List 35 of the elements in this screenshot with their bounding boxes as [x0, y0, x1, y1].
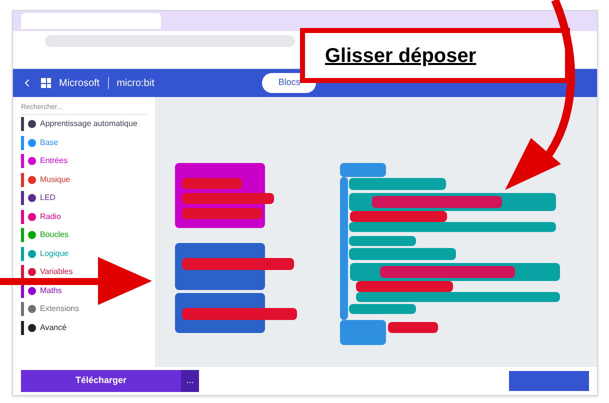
- category-label: Boucles: [40, 229, 68, 242]
- category-label: Base: [40, 136, 58, 149]
- category-label: Entrées: [40, 155, 68, 168]
- category-item[interactable]: Base: [21, 136, 62, 150]
- category-item[interactable]: Logique: [21, 246, 72, 261]
- category-label: Extensions: [40, 303, 80, 316]
- code-block[interactable]: [340, 163, 386, 177]
- brand-name: Microsoft: [59, 76, 100, 90]
- code-block[interactable]: [349, 236, 416, 246]
- browser-tab[interactable]: [21, 13, 161, 29]
- category-label: Apprentissage automatique: [40, 118, 138, 130]
- more-button[interactable]: ...: [181, 370, 199, 392]
- category-item[interactable]: Avancé: [21, 320, 71, 335]
- category-item[interactable]: Musique: [21, 172, 74, 187]
- category-label: Variables: [40, 266, 73, 278]
- code-block[interactable]: [388, 322, 438, 333]
- windows-logo-icon: [41, 78, 51, 88]
- code-block[interactable]: [349, 304, 416, 314]
- category-item[interactable]: Entrées: [21, 154, 72, 168]
- category-label: LED: [40, 192, 56, 204]
- category-item[interactable]: Boucles: [21, 228, 72, 242]
- category-item[interactable]: LED: [21, 191, 60, 206]
- address-bar[interactable]: [45, 35, 295, 47]
- annotation-label: Glisser déposer: [325, 44, 476, 68]
- category-label: Radio: [40, 210, 61, 223]
- category-item[interactable]: Apprentissage automatique: [21, 117, 142, 132]
- category-label: Maths: [40, 284, 62, 297]
- product-name: micro:bit: [116, 76, 154, 90]
- category-item[interactable]: Extensions: [21, 302, 84, 316]
- category-label: Logique: [40, 248, 68, 260]
- category-label: Avancé: [40, 322, 67, 334]
- zoom-controls[interactable]: [509, 371, 589, 391]
- download-button[interactable]: Télécharger: [21, 370, 181, 392]
- category-item[interactable]: Radio: [21, 210, 65, 224]
- category-label: Musique: [40, 174, 70, 186]
